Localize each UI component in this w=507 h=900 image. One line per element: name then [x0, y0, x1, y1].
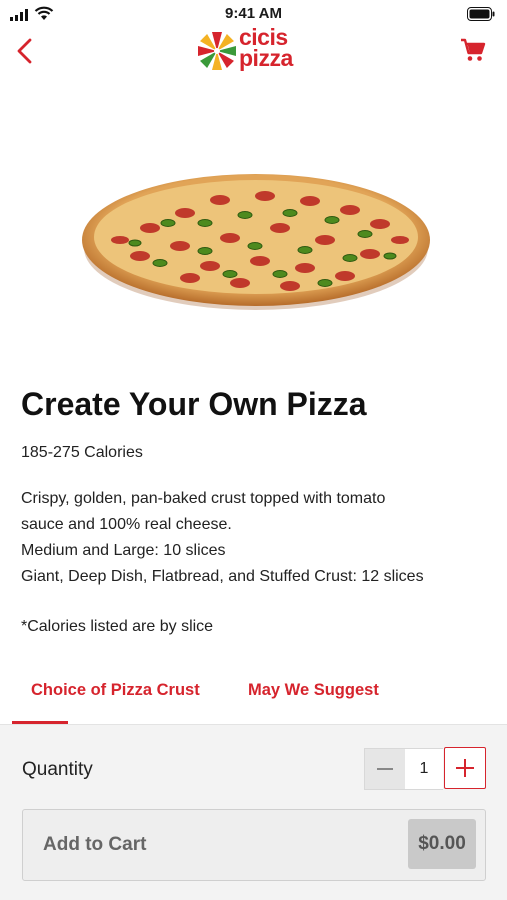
- cicis-pizza-logo: cicis pizza: [196, 26, 310, 76]
- add-to-cart-button[interactable]: Add to Cart $0.00: [22, 809, 486, 881]
- calorie-range: 185-275 Calories: [21, 444, 143, 461]
- logo-line-2: pizza: [239, 45, 293, 71]
- product-image-area: [0, 86, 507, 366]
- active-tab-indicator: [12, 721, 68, 724]
- tab-may-we-suggest[interactable]: May We Suggest: [248, 681, 379, 700]
- increase-quantity-button[interactable]: [444, 747, 486, 789]
- product-title: Create Your Own Pizza: [21, 386, 367, 422]
- logo-wordmark: cicis pizza: [239, 26, 293, 71]
- back-button[interactable]: [12, 36, 40, 66]
- product-tabs: Choice of Pizza Crust May We Suggest: [0, 672, 507, 725]
- cart-icon: [461, 38, 486, 61]
- status-time: 9:41 AM: [225, 5, 282, 22]
- price-badge: $0.00: [408, 819, 476, 869]
- chevron-left-icon: [17, 38, 32, 64]
- description-line: Giant, Deep Dish, Flatbread, and Stuffed…: [21, 568, 424, 585]
- tab-choice-of-pizza-crust[interactable]: Choice of Pizza Crust: [31, 681, 200, 700]
- description-line: Crispy, golden, pan-baked crust topped w…: [21, 490, 386, 507]
- quantity-stepper: 1: [364, 747, 487, 790]
- add-to-cart-label: Add to Cart: [43, 834, 147, 855]
- cart-button[interactable]: [459, 36, 487, 64]
- decrease-quantity-button[interactable]: [364, 748, 406, 790]
- quantity-value[interactable]: 1: [405, 748, 443, 790]
- pizza-image: [82, 174, 430, 310]
- battery-icon: [467, 7, 495, 21]
- app-header: cicis pizza: [0, 26, 507, 86]
- product-description: Crispy, golden, pan-baked crust topped w…: [21, 486, 491, 590]
- description-line: sauce and 100% real cheese.: [21, 516, 232, 533]
- pizza-wheel-logo-icon: [198, 32, 236, 70]
- quantity-label: Quantity: [22, 759, 93, 780]
- calorie-note: *Calories listed are by slice: [21, 618, 214, 635]
- description-line: Medium and Large: 10 slices: [21, 542, 226, 559]
- order-panel: Quantity 1 Add to Cart $0.00: [0, 725, 507, 900]
